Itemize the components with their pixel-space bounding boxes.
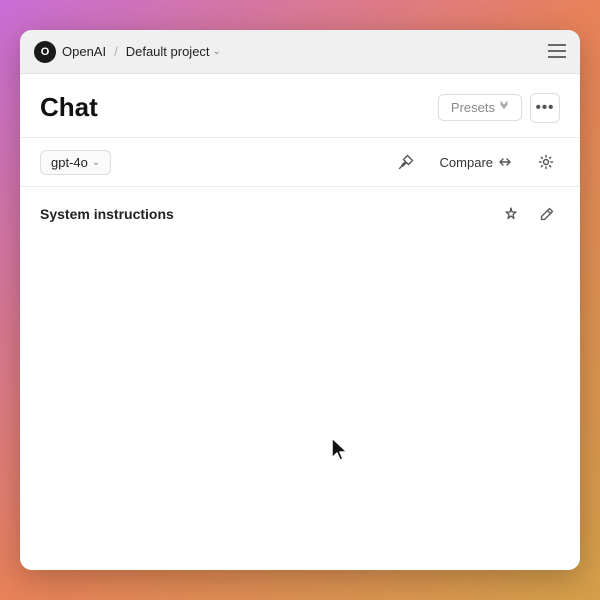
magic-icon[interactable] bbox=[498, 201, 524, 227]
main-content: Chat Presets ••• bbox=[20, 74, 580, 570]
toolbar: gpt-4o ⌄ Compare bbox=[20, 138, 580, 187]
more-options-button[interactable]: ••• bbox=[530, 93, 560, 123]
model-chevron-icon: ⌄ bbox=[92, 157, 100, 168]
pin-icon[interactable] bbox=[392, 148, 420, 176]
app-window: O OpenAI / Default project ⌄ Chat bbox=[20, 30, 580, 570]
content-area bbox=[20, 241, 580, 570]
presets-chevron-icon bbox=[499, 101, 509, 114]
mouse-cursor bbox=[330, 436, 352, 464]
header-actions: Presets ••• bbox=[438, 93, 560, 123]
titlebar-separator: / bbox=[114, 44, 118, 59]
project-name[interactable]: Default project ⌄ bbox=[126, 44, 221, 59]
system-instructions-label: System instructions bbox=[40, 206, 174, 222]
org-name[interactable]: OpenAI bbox=[62, 44, 106, 59]
section-actions bbox=[498, 201, 560, 227]
settings-icon[interactable] bbox=[532, 148, 560, 176]
presets-button[interactable]: Presets bbox=[438, 94, 522, 121]
edit-icon[interactable] bbox=[534, 201, 560, 227]
page-title: Chat bbox=[40, 92, 98, 123]
hamburger-icon[interactable] bbox=[548, 43, 566, 61]
system-instructions-section: System instructions bbox=[20, 187, 580, 241]
model-selector[interactable]: gpt-4o ⌄ bbox=[40, 150, 111, 175]
titlebar-right bbox=[548, 43, 566, 61]
compare-button[interactable]: Compare bbox=[434, 151, 518, 174]
toolbar-left: gpt-4o ⌄ bbox=[40, 150, 111, 175]
page-header: Chat Presets ••• bbox=[20, 74, 580, 138]
toolbar-right: Compare bbox=[392, 148, 560, 176]
titlebar-left: O OpenAI / Default project ⌄ bbox=[34, 41, 548, 63]
org-logo: O bbox=[34, 41, 56, 63]
project-chevron-icon: ⌄ bbox=[213, 46, 221, 57]
titlebar: O OpenAI / Default project ⌄ bbox=[20, 30, 580, 74]
